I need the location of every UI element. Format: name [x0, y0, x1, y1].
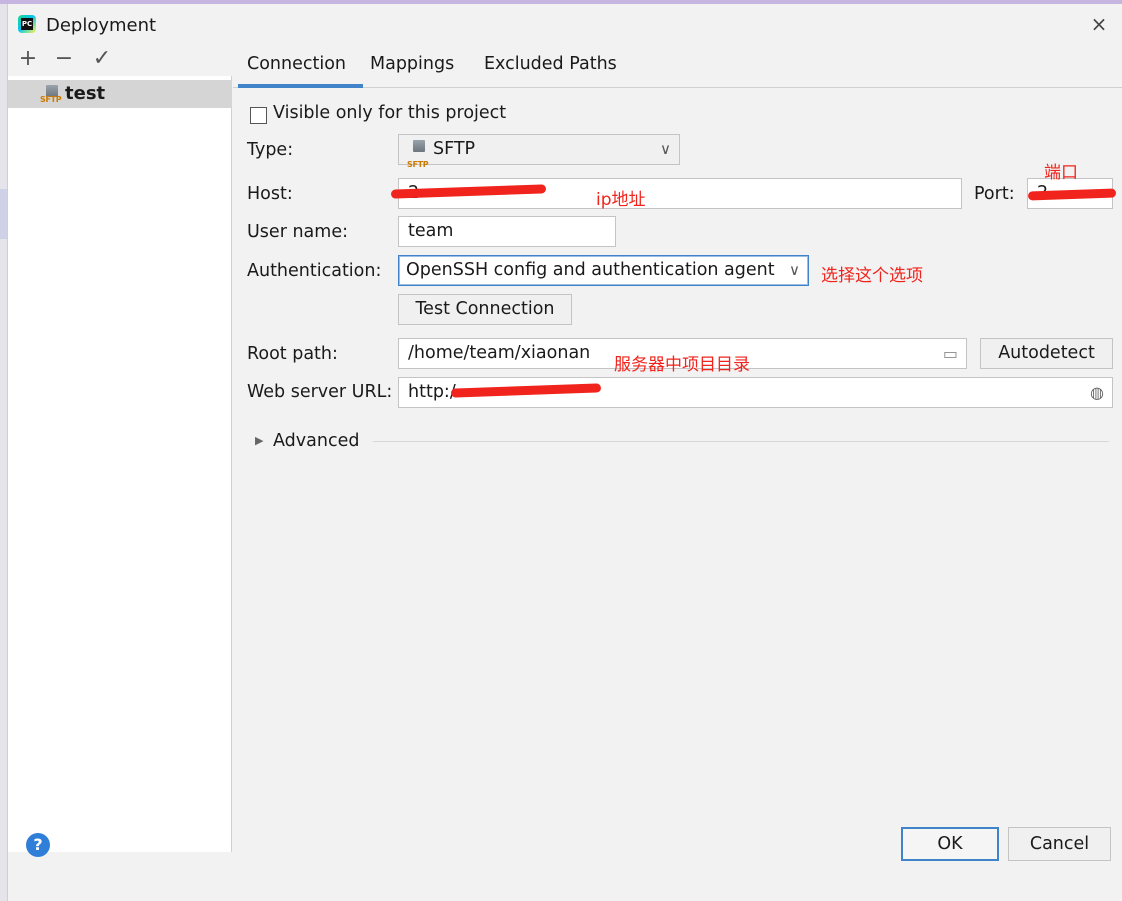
- remove-server-button[interactable]: −: [52, 46, 76, 72]
- close-button[interactable]: ×: [1085, 10, 1113, 38]
- host-label: Host:: [247, 184, 293, 204]
- type-dropdown[interactable]: SFTP SFTP ∨: [398, 134, 680, 169]
- authentication-dropdown[interactable]: OpenSSH config and authentication agent …: [398, 255, 809, 286]
- ok-button[interactable]: OK: [901, 827, 999, 861]
- advanced-section-toggle[interactable]: Advanced: [273, 431, 359, 451]
- authentication-value: OpenSSH config and authentication agent: [406, 260, 775, 280]
- root-path-label: Root path:: [247, 344, 338, 364]
- tab-bar: Connection Mappings Excluded Paths: [233, 42, 1122, 88]
- root-path-value: /home/team/xiaonan: [408, 343, 591, 363]
- globe-icon[interactable]: ◍: [1090, 378, 1104, 407]
- type-value: SFTP: [433, 139, 476, 159]
- sftp-type-icon: SFTP: [407, 140, 429, 169]
- web-server-url-label: Web server URL:: [247, 382, 393, 402]
- server-name: test: [65, 83, 106, 104]
- host-annotation: ip地址: [596, 190, 646, 210]
- folder-icon[interactable]: ▭: [943, 339, 958, 368]
- set-default-button[interactable]: ✓: [90, 46, 114, 72]
- authentication-annotation: 选择这个选项: [821, 266, 923, 286]
- autodetect-button[interactable]: Autodetect: [980, 338, 1113, 369]
- server-list-panel: + − ✓ SFTP test: [8, 42, 232, 852]
- background-window-edge: [0, 4, 7, 901]
- advanced-separator: [373, 441, 1109, 442]
- server-list-toolbar: + − ✓: [8, 42, 232, 76]
- visible-only-label: Visible only for this project: [273, 103, 507, 123]
- cancel-button[interactable]: Cancel: [1008, 827, 1111, 861]
- web-server-url-value: http:/: [408, 382, 456, 402]
- tab-connection[interactable]: Connection: [247, 54, 346, 74]
- authentication-label: Authentication:: [247, 261, 382, 281]
- tab-mappings[interactable]: Mappings: [370, 54, 454, 74]
- port-annotation: 端口: [1044, 163, 1078, 183]
- settings-panel: Connection Mappings Excluded Paths Visib…: [233, 42, 1122, 852]
- type-label: Type:: [247, 140, 294, 160]
- test-connection-button[interactable]: Test Connection: [398, 294, 572, 325]
- pycharm-logo-icon: PC: [18, 15, 36, 33]
- port-label: Port:: [974, 184, 1015, 204]
- server-item-test[interactable]: SFTP test: [8, 80, 232, 108]
- sftp-server-icon: SFTP: [40, 85, 62, 105]
- background-window-mark: [0, 189, 7, 239]
- username-label: User name:: [247, 222, 348, 242]
- tab-excluded-paths[interactable]: Excluded Paths: [484, 54, 617, 74]
- expand-triangle-icon[interactable]: ▶: [255, 434, 263, 447]
- chevron-down-icon: ∨: [789, 261, 800, 279]
- active-tab-indicator: [238, 84, 363, 88]
- root-path-annotation: 服务器中项目目录: [614, 355, 750, 375]
- title-bar: PC Deployment ×: [8, 4, 1122, 42]
- visible-only-checkbox[interactable]: [250, 107, 267, 124]
- deployment-dialog: PC Deployment × + − ✓ SFTP test Connecti…: [7, 4, 1122, 901]
- help-icon[interactable]: ?: [26, 833, 50, 857]
- add-server-button[interactable]: +: [16, 46, 40, 72]
- window-title: Deployment: [46, 15, 157, 36]
- chevron-down-icon: ∨: [660, 140, 671, 158]
- username-field[interactable]: team: [398, 216, 616, 247]
